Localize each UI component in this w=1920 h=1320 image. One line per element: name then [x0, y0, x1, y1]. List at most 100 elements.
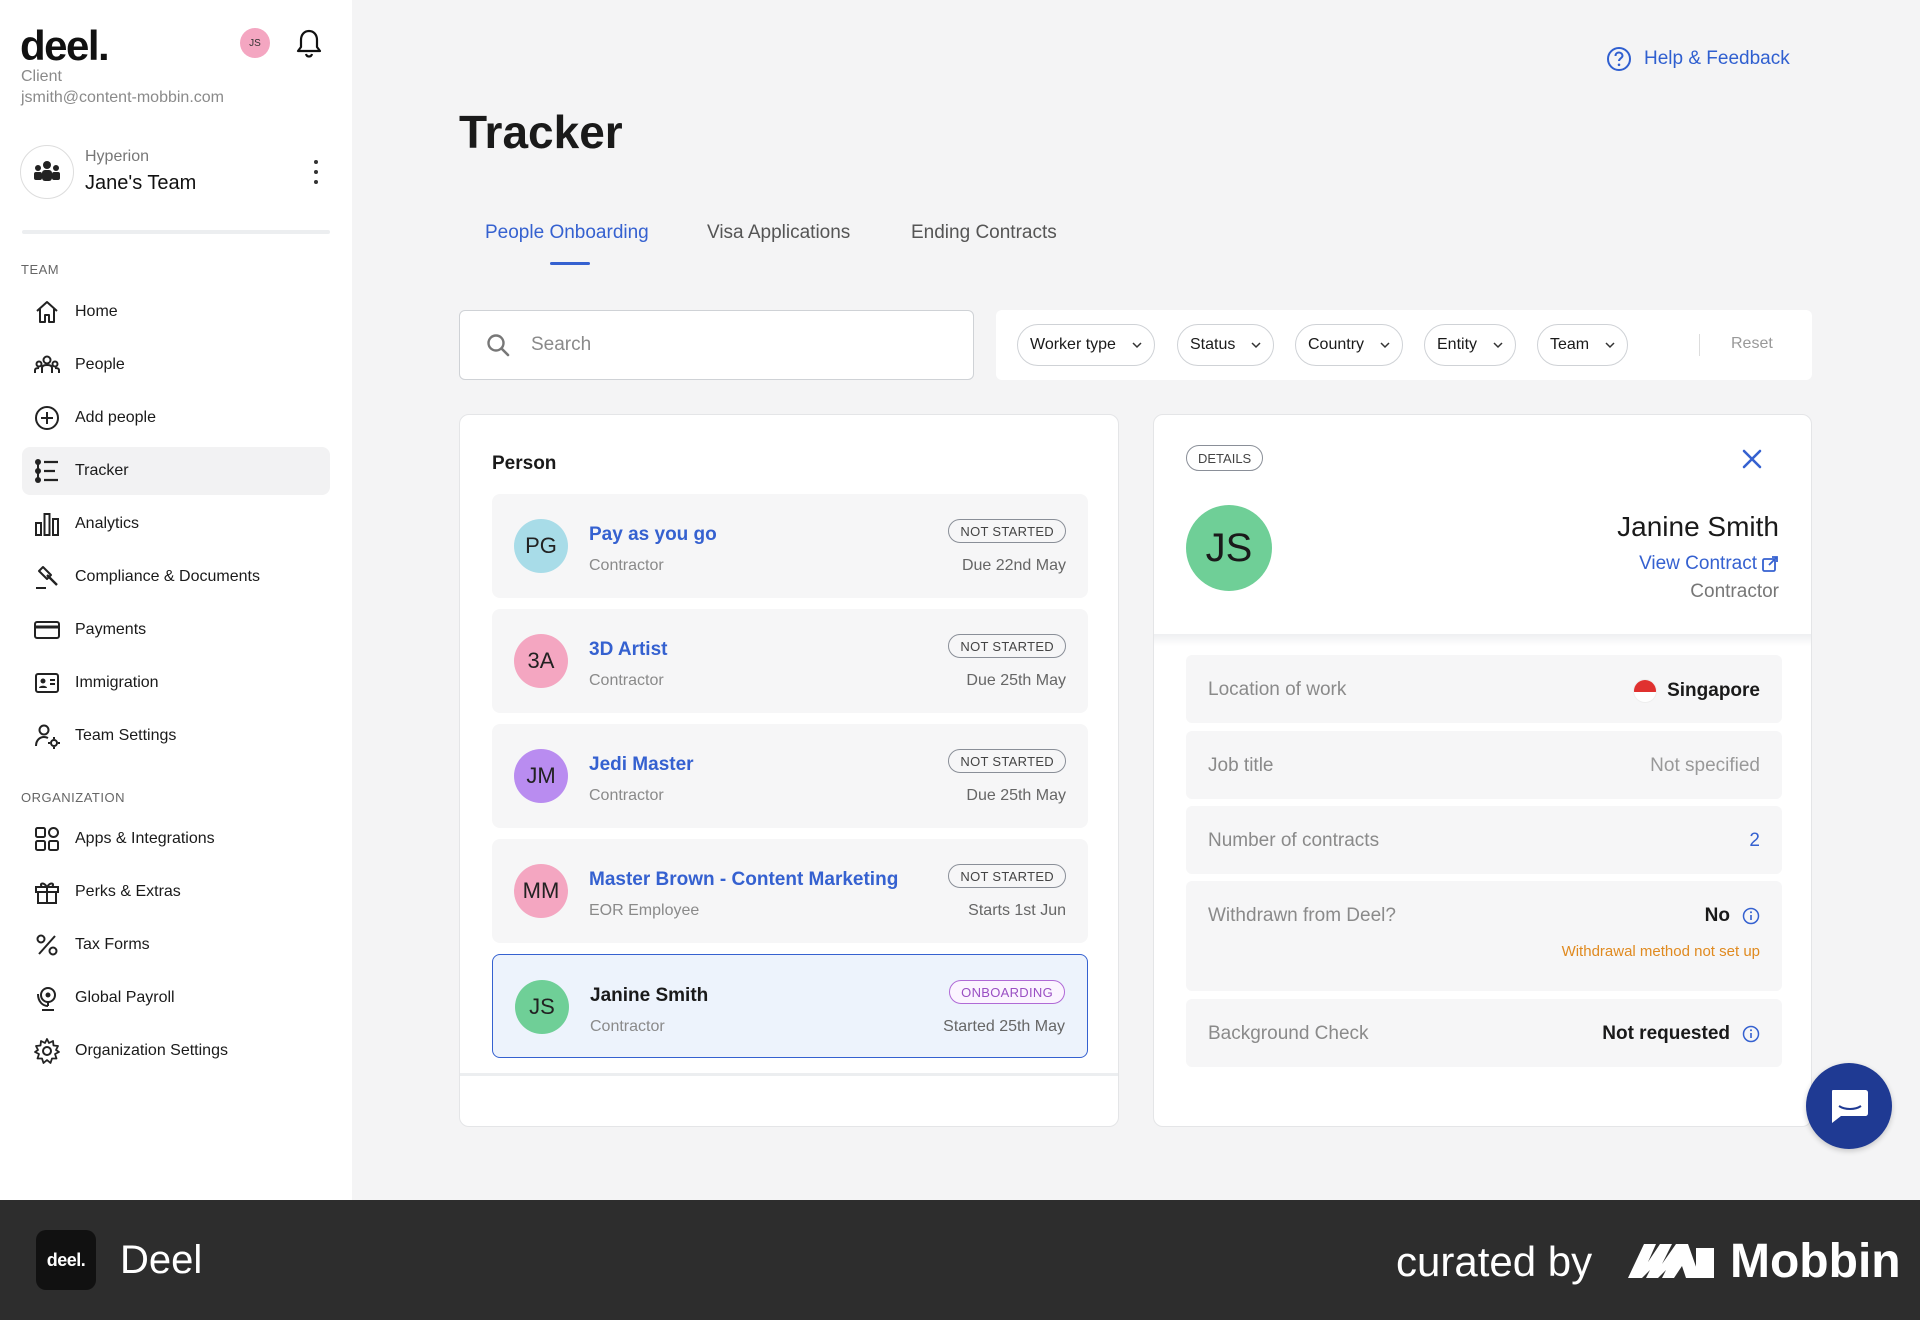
person-type: EOR Employee	[589, 902, 700, 919]
sidebar: deel. JS Client jsmith@content-mobbin.co…	[0, 0, 352, 1200]
sidebar-item-tracker[interactable]: Tracker	[22, 447, 330, 495]
sidebar-item-label: Compliance & Documents	[75, 568, 260, 585]
close-icon[interactable]	[1740, 447, 1764, 471]
person-type: Contractor	[589, 787, 664, 804]
details-panel: DETAILS JS Janine Smith View Contract Co…	[1153, 414, 1812, 1127]
person-name: Janine Smith	[1617, 511, 1779, 542]
gift-icon	[32, 877, 62, 907]
person-name[interactable]: Jedi Master	[589, 754, 694, 776]
person-row-selected[interactable]: JS Janine Smith Contractor ONBOARDING St…	[492, 954, 1088, 1058]
account-role: Client	[21, 68, 62, 85]
start-date: Started 25th May	[943, 1018, 1065, 1035]
filter-worker-type[interactable]: Worker type	[1017, 324, 1155, 366]
footer-bar: deel. Deel curated by Mobbin	[0, 1200, 1920, 1320]
sidebar-item-analytics[interactable]: Analytics	[22, 500, 330, 548]
details-badge: DETAILS	[1186, 445, 1264, 471]
sidebar-divider	[22, 230, 330, 234]
team-section-label: TEAM	[21, 262, 60, 277]
sidebar-item-immigration[interactable]: Immigration	[22, 659, 330, 707]
sidebar-item-label: Perks & Extras	[75, 883, 181, 900]
sidebar-item-label: People	[75, 356, 125, 373]
apps-grid-icon	[32, 824, 62, 854]
percent-icon	[32, 930, 62, 960]
due-date: Due 25th May	[966, 787, 1066, 804]
sidebar-item-payments[interactable]: Payments	[22, 606, 330, 654]
sidebar-item-compliance[interactable]: Compliance & Documents	[22, 553, 330, 601]
reset-filters-button[interactable]: Reset	[1731, 335, 1773, 353]
view-contract-link[interactable]: View Contract	[1639, 553, 1779, 575]
sidebar-item-label: Payments	[75, 621, 147, 638]
chevron-down-icon	[1132, 342, 1142, 349]
person-name[interactable]: Master Brown - Content Marketing	[589, 869, 898, 891]
sidebar-item-team-settings[interactable]: Team Settings	[22, 712, 330, 760]
sidebar-item-people[interactable]: People	[22, 341, 330, 389]
filter-label: Country	[1308, 336, 1365, 353]
filter-country[interactable]: Country	[1295, 324, 1404, 366]
sidebar-item-apps-integrations[interactable]: Apps & Integrations	[22, 815, 330, 863]
person-row[interactable]: 3A 3D Artist Contractor NOT STARTED Due …	[492, 609, 1088, 713]
chat-support-button[interactable]	[1806, 1063, 1892, 1149]
tab-people-onboarding[interactable]: People Onboarding	[485, 222, 649, 244]
sidebar-item-org-settings[interactable]: Organization Settings	[22, 1027, 330, 1075]
chevron-down-icon	[1380, 342, 1390, 349]
person-row[interactable]: MM Master Brown - Content Marketing EOR …	[492, 839, 1088, 943]
sidebar-item-global-payroll[interactable]: Global Payroll	[22, 974, 330, 1022]
person-row[interactable]: JM Jedi Master Contractor NOT STARTED Du…	[492, 724, 1088, 828]
person-name[interactable]: Janine Smith	[590, 985, 708, 1007]
page-title: Tracker	[459, 106, 623, 158]
search-input[interactable]	[531, 334, 931, 356]
deel-logo[interactable]: deel.	[20, 22, 110, 70]
location-pin-icon	[32, 983, 62, 1013]
avatar: JM	[514, 749, 568, 803]
avatar: JS	[1186, 505, 1272, 591]
tab-visa-applications[interactable]: Visa Applications	[707, 222, 850, 244]
sidebar-item-add-people[interactable]: Add people	[22, 394, 330, 442]
filter-status[interactable]: Status	[1177, 324, 1275, 366]
tracker-icon	[32, 456, 62, 486]
field-value: Not requested	[1602, 1023, 1760, 1045]
contracts-count[interactable]: 2	[1749, 830, 1760, 852]
filter-team[interactable]: Team	[1537, 324, 1629, 366]
chevron-down-icon	[1605, 342, 1615, 349]
help-feedback-link[interactable]: Help & Feedback	[1606, 44, 1790, 74]
org-section-label: ORGANIZATION	[21, 790, 125, 805]
field-label: Withdrawn from Deel?	[1208, 905, 1396, 926]
due-date: Due 22nd May	[961, 557, 1066, 574]
sidebar-item-home[interactable]: Home	[22, 288, 330, 336]
status-badge: NOT STARTED	[948, 519, 1066, 543]
chevron-down-icon	[1493, 342, 1503, 349]
info-icon[interactable]	[1742, 907, 1760, 925]
avatar: 3A	[514, 634, 568, 688]
home-icon	[32, 297, 62, 327]
location-field: Location of work Singapore	[1186, 655, 1782, 723]
status-badge: ONBOARDING	[949, 980, 1065, 1004]
sidebar-item-label: Organization Settings	[75, 1042, 228, 1059]
person-name[interactable]: Pay as you go	[589, 524, 717, 546]
filter-entity[interactable]: Entity	[1424, 324, 1517, 366]
info-icon[interactable]	[1742, 1025, 1760, 1043]
team-switcher[interactable]: Hyperion Jane's Team	[20, 142, 332, 206]
person-name[interactable]: 3D Artist	[589, 639, 667, 661]
team-org-name: Hyperion	[85, 148, 150, 165]
credit-card-icon	[32, 615, 62, 645]
sidebar-item-label: Immigration	[75, 674, 159, 691]
status-badge: NOT STARTED	[948, 864, 1066, 888]
search-box[interactable]	[459, 310, 974, 380]
sidebar-item-perks[interactable]: Perks & Extras	[22, 868, 330, 916]
field-label: Number of contracts	[1208, 830, 1380, 851]
due-date: Due 25th May	[966, 672, 1066, 689]
notifications-bell-icon[interactable]	[296, 28, 322, 58]
sidebar-item-tax-forms[interactable]: Tax Forms	[22, 921, 330, 969]
chevron-down-icon	[1251, 342, 1261, 349]
tab-ending-contracts[interactable]: Ending Contracts	[911, 222, 1057, 244]
account-avatar[interactable]: JS	[240, 28, 270, 58]
active-tab-indicator	[550, 262, 590, 265]
withdrawal-warning: Withdrawal method not set up	[1561, 943, 1760, 960]
help-feedback-label: Help & Feedback	[1644, 48, 1790, 69]
avatar: PG	[514, 519, 568, 573]
more-options-icon[interactable]	[310, 160, 322, 184]
filter-label: Team	[1550, 336, 1590, 353]
gavel-icon	[32, 562, 62, 592]
field-label: Background Check	[1208, 1023, 1369, 1044]
person-row[interactable]: PG Pay as you go Contractor NOT STARTED …	[492, 494, 1088, 598]
